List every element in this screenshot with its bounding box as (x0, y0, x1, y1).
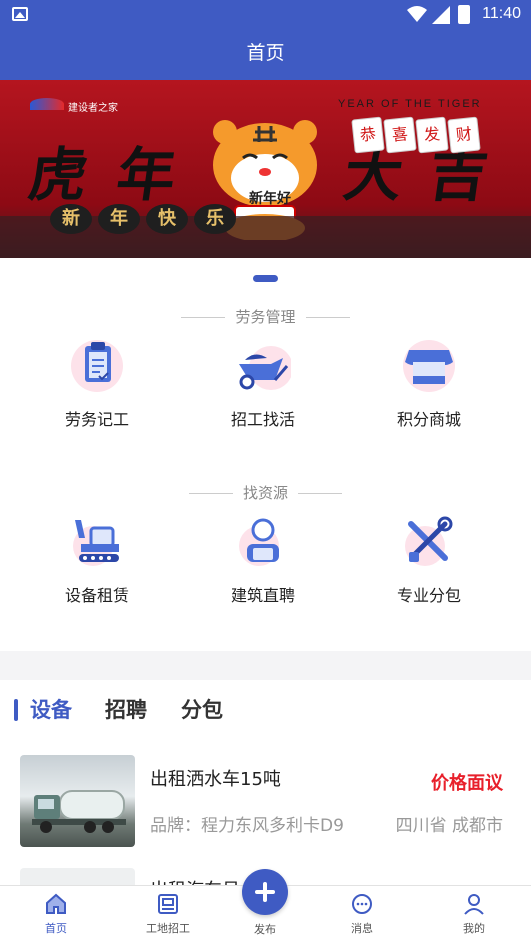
worker-icon (239, 518, 279, 566)
equipment-rental-button[interactable]: 设备租赁 (37, 514, 157, 606)
wifi-icon (407, 6, 427, 22)
nav-profile-label: 我的 (463, 922, 485, 935)
nav-site-hiring[interactable]: 工地招工 (128, 892, 208, 936)
tile: 恭 (351, 116, 385, 154)
tile: 喜 (383, 116, 417, 154)
resource-section-title: 找资源 (0, 482, 531, 503)
tab-subcontract[interactable]: 分包 (181, 694, 223, 724)
slogan-char: 年 (98, 204, 140, 234)
tile: 发 (415, 116, 449, 154)
labor-record-label: 劳务记工 (64, 410, 129, 429)
nav-messages[interactable]: 消息 (322, 892, 402, 936)
nav-profile[interactable]: 我的 (434, 892, 514, 936)
carousel-indicator[interactable] (253, 275, 278, 282)
slogan-char: 新 (50, 204, 92, 234)
water-truck-icon (32, 790, 126, 833)
nav-home[interactable]: 首页 (16, 892, 96, 936)
listing-price: 价格面议 (431, 773, 503, 794)
nav-home-label: 首页 (45, 922, 67, 935)
construction-hiring-label: 建筑直聘 (230, 586, 295, 605)
points-mall-button[interactable]: 积分商城 (369, 338, 489, 430)
brand-name: 建设者之家 (68, 103, 118, 114)
promo-banner[interactable]: 建设者之家 YEAR OF THE TIGER 虎 年 大 吉 新年好 恭 喜 … (0, 80, 531, 258)
headline-char: 年 (112, 141, 181, 209)
brand-logo (30, 98, 64, 110)
listing-thumbnail (20, 755, 135, 847)
nav-messages-label: 消息 (351, 922, 373, 935)
home-icon (46, 893, 66, 914)
find-work-label: 招工找活 (230, 410, 295, 429)
subcontract-button[interactable]: 专业分包 (369, 514, 489, 606)
listing-title: 出租洒水车15吨 (150, 769, 281, 790)
tab-marker (14, 699, 18, 721)
category-tabs: 设备 招聘 分包 (0, 680, 531, 740)
chat-icon (352, 894, 372, 914)
image-notification-icon (12, 7, 28, 21)
clipboard-icon (71, 340, 123, 392)
subcontract-label: 专业分包 (396, 586, 461, 605)
page-title: 首页 (246, 42, 285, 64)
clock: 11:40 (482, 5, 521, 22)
excavator-icon (73, 520, 119, 566)
status-bar: 11:40 (0, 0, 531, 30)
app-bar: 首页 (0, 30, 531, 80)
tab-recruitment[interactable]: 招聘 (105, 694, 147, 724)
points-mall-label: 积分商城 (396, 410, 461, 429)
publish-button[interactable] (242, 869, 288, 915)
construction-hiring-button[interactable]: 建筑直聘 (203, 514, 323, 606)
headline-char: 虎 (24, 141, 93, 209)
labor-record-button[interactable]: 劳务记工 (37, 338, 157, 430)
slogan: 新 年 快 乐 (50, 204, 236, 234)
wheelbarrow-icon (239, 346, 291, 390)
nav-publish-label: 发布 (254, 923, 276, 936)
listing-card[interactable]: 出租洒水车15吨 价格面议 品牌：程力东风多利卡D9 四川省 成都市 (0, 755, 531, 865)
tile: 财 (447, 116, 481, 154)
battery-icon (458, 5, 470, 24)
slogan-char: 乐 (194, 204, 236, 234)
site-icon (158, 894, 178, 914)
user-icon (464, 894, 484, 915)
signal-icon (432, 6, 450, 24)
tools-icon (405, 516, 453, 566)
tab-equipment[interactable]: 设备 (30, 694, 72, 724)
tiger-badge: 新年好 (249, 191, 291, 207)
shop-icon (403, 340, 455, 392)
equipment-rental-label: 设备租赁 (64, 586, 129, 605)
find-work-button[interactable]: 招工找活 (203, 338, 323, 430)
year-tag: YEAR OF THE TIGER (338, 98, 482, 110)
slogan-char: 快 (146, 204, 188, 234)
listing-brand: 品牌：程力东风多利卡D9 (150, 816, 344, 836)
tile-row: 恭 喜 发 财 (351, 116, 481, 154)
labor-section-title: 劳务管理 (0, 306, 531, 327)
listing-location: 四川省 成都市 (395, 816, 503, 836)
nav-site-hiring-label: 工地招工 (146, 922, 190, 935)
